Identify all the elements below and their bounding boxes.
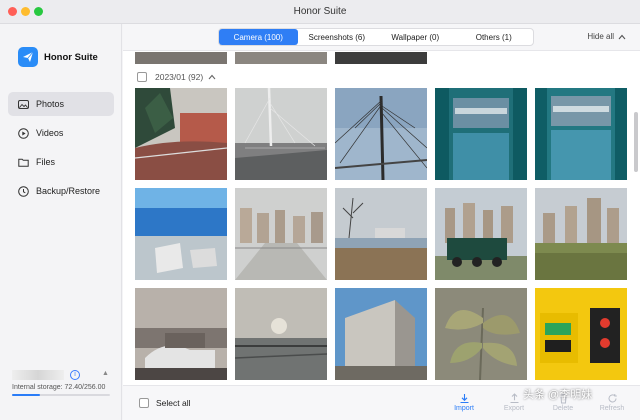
photo-thumbnail[interactable]	[135, 88, 227, 180]
tab-wallpaper[interactable]: Wallpaper (0)	[376, 29, 455, 45]
photo-thumbnail[interactable]	[235, 52, 327, 64]
tab-others[interactable]: Others (1)	[455, 29, 534, 45]
hide-all-button[interactable]: Hide all	[587, 32, 626, 41]
app-window: Honor Suite Honor Suite Photos Videos Fi…	[0, 0, 640, 420]
photo-thumbnail[interactable]	[135, 288, 227, 380]
photo-thumbnail[interactable]	[235, 88, 327, 180]
main-panel: Camera (100) Screenshots (6) Wallpaper (…	[123, 24, 640, 420]
refresh-button[interactable]: Refresh	[592, 391, 632, 412]
sidebar-item-label: Photos	[36, 99, 65, 109]
folder-icon	[18, 157, 29, 168]
tab-screenshots[interactable]: Screenshots (6)	[298, 29, 377, 45]
delete-label: Delete	[552, 405, 574, 412]
sidebar-item-videos[interactable]: Videos	[8, 121, 114, 145]
select-all-checkbox[interactable]	[139, 398, 149, 408]
category-tabs: Camera (100) Screenshots (6) Wallpaper (…	[218, 28, 534, 46]
photo-thumbnail[interactable]	[335, 288, 427, 380]
gallery-scrollbar[interactable]	[634, 112, 638, 172]
export-label: Export	[503, 405, 525, 412]
photo-thumbnail[interactable]	[435, 288, 527, 380]
sidebar: Honor Suite Photos Videos Files Backup/R…	[0, 24, 122, 420]
title-bar: Honor Suite	[0, 0, 640, 24]
sidebar-item-label: Videos	[36, 128, 64, 138]
photo-thumbnail[interactable]	[535, 288, 627, 380]
select-all-label: Select all	[156, 398, 191, 408]
brand-name: Honor Suite	[44, 51, 98, 63]
storage-text: Internal storage: 72.40/256.00	[12, 384, 106, 391]
group-select-checkbox[interactable]	[137, 72, 147, 82]
storage-progress-fill	[12, 394, 40, 396]
date-group-header: 2023/01 (92)	[137, 70, 216, 84]
photo-thumbnail[interactable]	[535, 88, 627, 180]
refresh-icon	[592, 391, 632, 405]
import-label: Import	[454, 405, 474, 412]
photo-thumbnail[interactable]	[335, 88, 427, 180]
photo-thumbnail[interactable]	[535, 188, 627, 280]
tab-bar: Camera (100) Screenshots (6) Wallpaper (…	[123, 24, 640, 51]
photo-thumbnail[interactable]	[435, 188, 527, 280]
photo-thumbnail[interactable]	[135, 188, 227, 280]
chevron-up-icon[interactable]	[208, 74, 216, 80]
import-icon	[444, 391, 484, 405]
photo-thumbnail[interactable]	[335, 52, 427, 64]
chevron-up-icon	[618, 34, 626, 39]
photo-gallery: 2023/01 (92)	[123, 52, 640, 384]
storage-panel: i ▲ Internal storage: 72.40/256.00	[12, 370, 112, 396]
image-icon	[18, 99, 29, 110]
date-group-title: 2023/01 (92)	[155, 72, 204, 82]
eject-icon[interactable]: ▲	[102, 370, 109, 377]
import-button[interactable]: Import	[444, 391, 484, 412]
storage-progress-bar	[12, 394, 110, 396]
window-title: Honor Suite	[293, 6, 347, 17]
select-all-control[interactable]: Select all	[139, 398, 191, 408]
hide-all-label: Hide all	[587, 32, 614, 41]
refresh-label: Refresh	[599, 405, 625, 412]
info-icon[interactable]: i	[70, 370, 80, 380]
play-icon	[18, 127, 29, 139]
backup-icon	[18, 185, 29, 197]
brand: Honor Suite	[18, 46, 98, 68]
photo-thumbnail[interactable]	[235, 288, 327, 380]
photo-thumbnail[interactable]	[135, 52, 227, 64]
photo-thumbnail[interactable]	[235, 188, 327, 280]
sidebar-item-photos[interactable]: Photos	[8, 92, 114, 116]
honor-suite-logo-icon	[18, 47, 38, 67]
watermark-text: 头条 @李明妹	[523, 389, 593, 401]
tab-camera[interactable]: Camera (100)	[219, 29, 298, 45]
device-name-redacted	[12, 370, 64, 380]
sidebar-item-label: Backup/Restore	[36, 186, 101, 196]
sidebar-item-backup-restore[interactable]: Backup/Restore	[8, 179, 114, 203]
photo-thumbnail[interactable]	[335, 188, 427, 280]
sidebar-item-files[interactable]: Files	[8, 150, 114, 174]
sidebar-item-label: Files	[36, 157, 56, 167]
photo-thumbnail[interactable]	[435, 88, 527, 180]
